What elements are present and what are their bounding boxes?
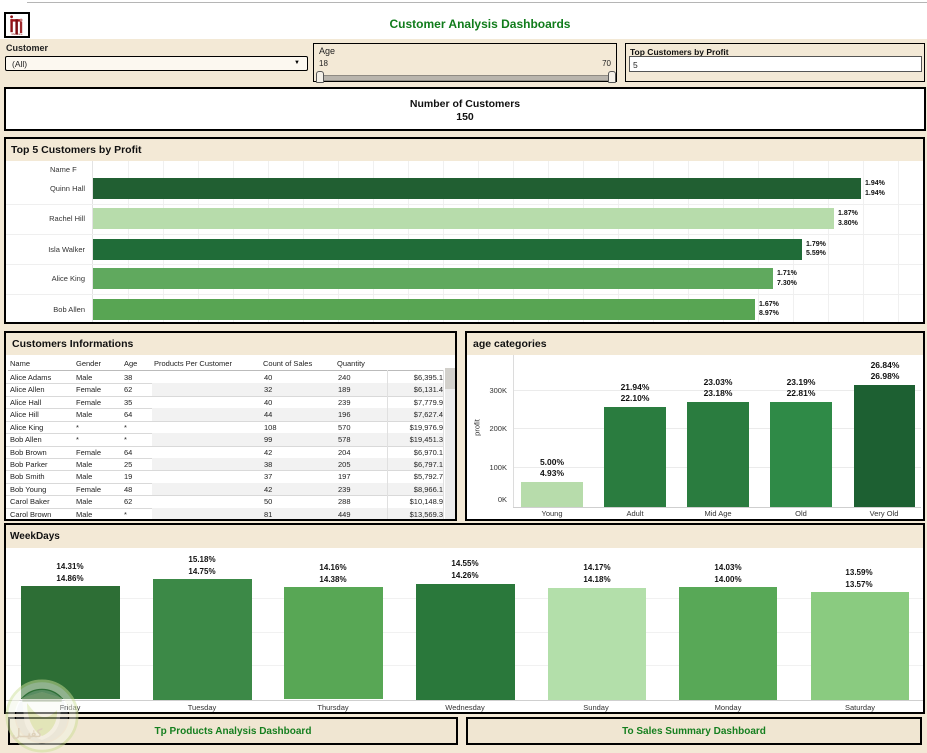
svg-text:كفيــل: كفيــل [12,727,43,740]
svg-text:Mansoura: Mansoura [12,33,23,36]
